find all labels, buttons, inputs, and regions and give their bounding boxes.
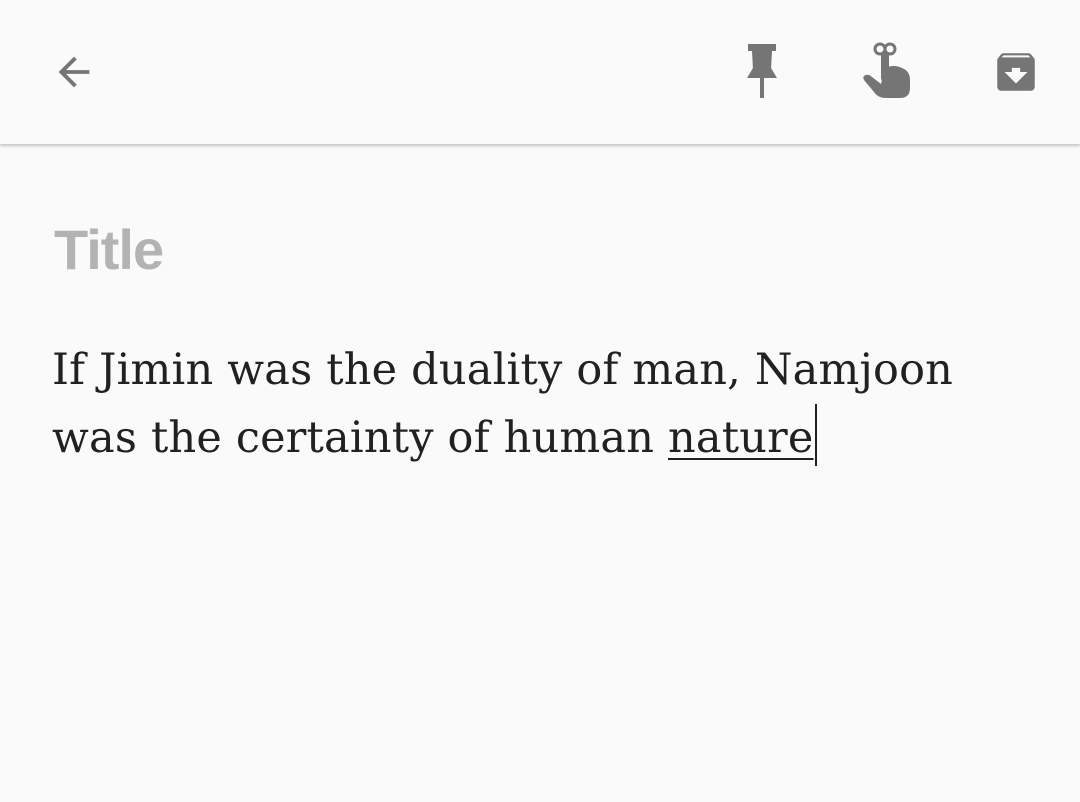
note-body-text: If Jimin was the duality of man, Namjoon… — [52, 345, 954, 463]
note-editor[interactable]: Title If Jimin was the duality of man, N… — [0, 146, 1080, 802]
back-button[interactable] — [24, 22, 124, 122]
reminder-hand-icon — [863, 42, 910, 98]
text-caret — [814, 404, 817, 466]
archive-button[interactable] — [966, 22, 1066, 122]
reminder-button[interactable] — [838, 22, 938, 122]
pin-button[interactable] — [712, 22, 812, 122]
title-input[interactable]: Title — [54, 218, 164, 282]
arrow-back-icon — [58, 56, 90, 88]
composing-word: nature — [668, 413, 814, 463]
archive-box-icon — [997, 53, 1035, 91]
note-body-input[interactable]: If Jimin was the duality of man, Namjoon… — [52, 336, 1042, 472]
pushpin-icon — [747, 44, 777, 98]
top-toolbar — [0, 0, 1080, 144]
